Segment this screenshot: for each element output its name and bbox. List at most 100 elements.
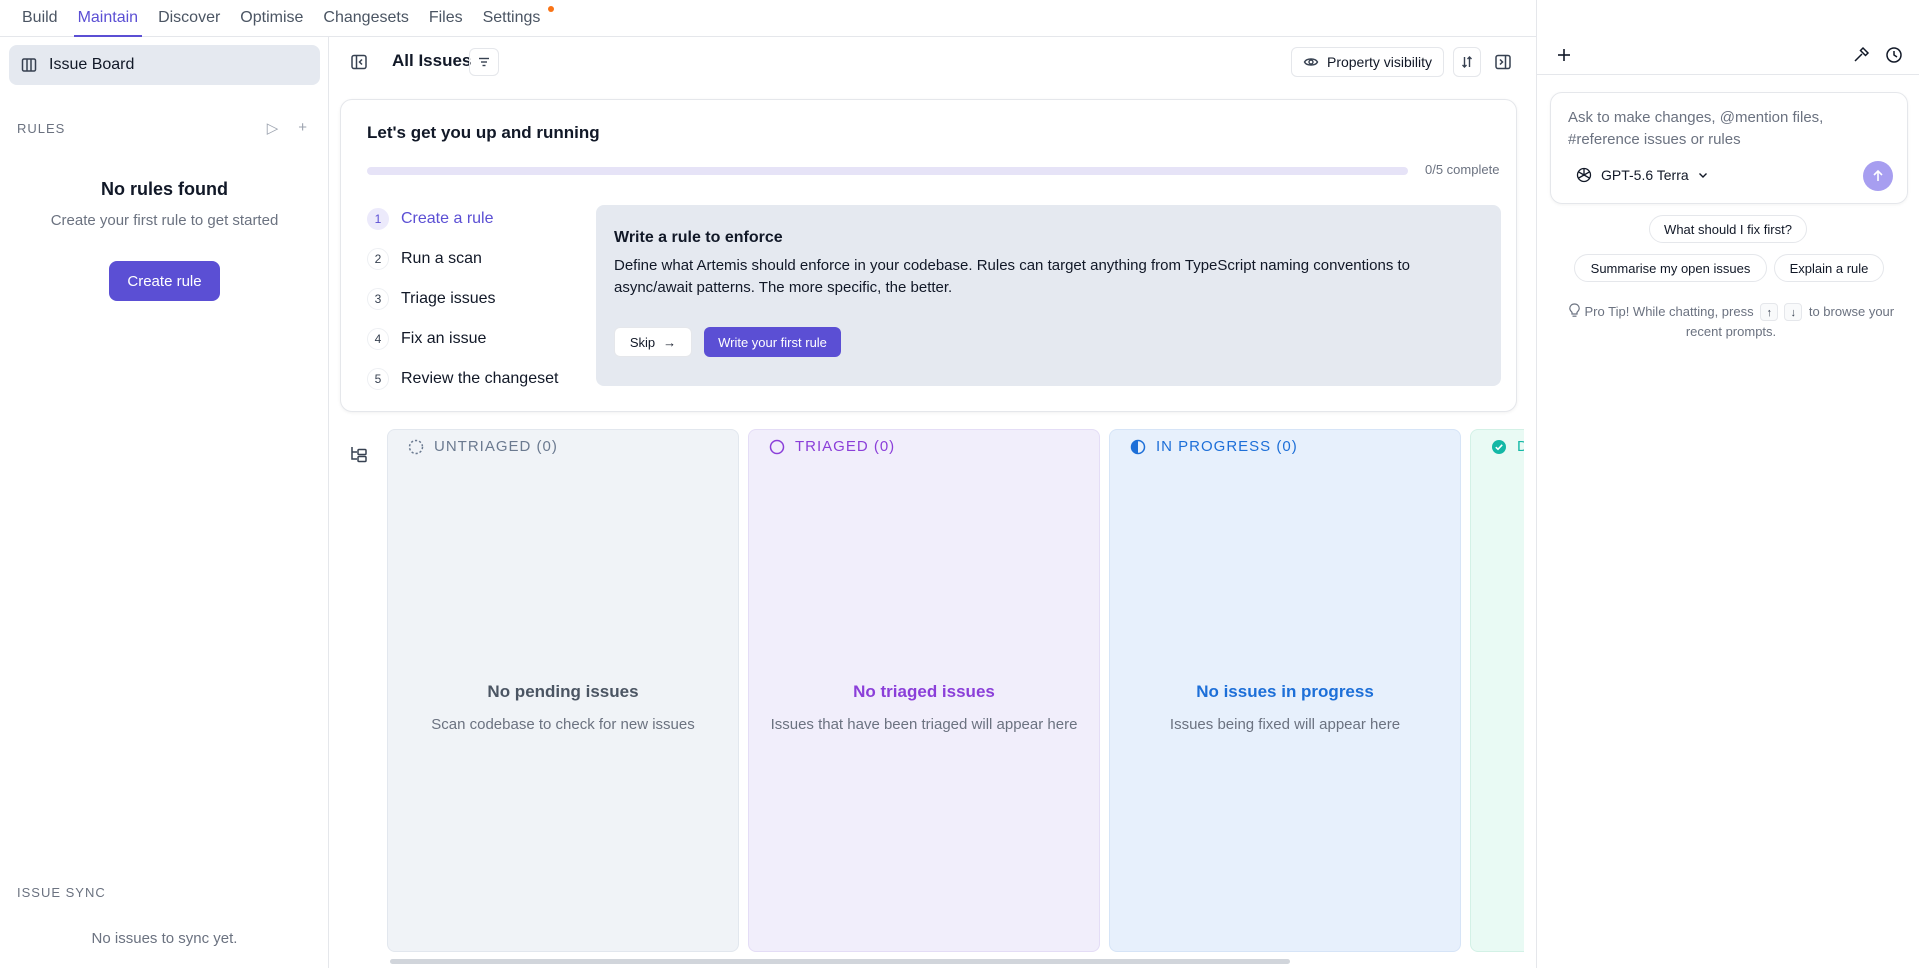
write-first-rule-button[interactable]: Write your first rule [704,327,841,357]
column-empty-subtitle: Issues that have been triaged will appea… [770,716,1078,733]
step-fix-issue[interactable]: 4 Fix an issue [367,319,577,359]
step-number: 1 [367,208,389,230]
step-number: 3 [367,288,389,310]
chat-panel: GPT-5.6 Terra What should I fix first? S… [1536,0,1919,968]
tab-label: Optimise [240,8,304,26]
column-empty-subtitle: Scan codebase to check for new issues [431,716,695,733]
lightbulb-icon [1569,303,1580,317]
tab-label: Files [428,8,463,26]
issue-sync-label: ISSUE SYNC [17,885,106,900]
tab-settings[interactable]: Settings [473,0,559,36]
divider [1537,74,1919,75]
hierarchy-icon[interactable] [349,444,371,466]
sidebar-item-issue-board[interactable]: Issue Board [9,45,320,85]
suggestion-summarise-issues[interactable]: Summarise my open issues [1574,254,1767,282]
onboarding-card: Let's get you up and running 0/5 complet… [340,99,1517,412]
chat-composer: GPT-5.6 Terra [1550,92,1908,204]
dashed-circle-icon [408,439,424,454]
onboarding-steps: 1 Create a rule 2 Run a scan 3 Triage issue… [367,199,577,399]
horizontal-scrollbar[interactable] [390,959,1290,964]
step-detail-heading: Write a rule to enforce [614,229,783,246]
column-empty-title: No pending issues [487,682,639,701]
column-in-progress: IN PROGRESS (0) No issues in progress Is… [1109,429,1461,952]
add-rule-icon[interactable]: + [298,119,307,137]
toggle-panel-icon[interactable] [1492,51,1514,73]
arrow-up-icon [1873,169,1883,181]
suggestion-what-to-fix[interactable]: What should I fix first? [1649,215,1807,243]
rules-empty-subtitle: Create your first rule to get started [50,212,279,229]
suggestion-explain-rule[interactable]: Explain a rule [1774,254,1884,282]
step-triage-issues[interactable]: 3 Triage issues [367,279,577,319]
create-rule-button[interactable]: Create rule [109,261,220,301]
column-title: TRIAGED (0) [795,438,896,455]
column-empty-subtitle: Issues being fixed will appear here [1169,716,1401,733]
step-label: Review the changeset [401,370,559,387]
rules-header: RULES ▷ + [17,119,307,137]
tab-optimise[interactable]: Optimise [230,0,313,36]
column-empty-state: No triaged issues Issues that have been … [749,682,1099,733]
step-detail-body: Define what Artemis should enforce in yo… [614,257,1410,296]
key-up: ↑ [1760,303,1779,321]
step-review-changeset[interactable]: 5 Review the changeset [367,359,577,399]
step-create-rule[interactable]: 1 Create a rule [367,199,577,239]
onboarding-progress-bar [367,167,1408,175]
column-header: UNTRIAGED (0) [408,438,558,455]
half-circle-icon [1130,439,1146,454]
step-detail-actions: Skip → Write your first rule [614,327,841,357]
step-number: 2 [367,248,389,270]
run-rules-icon[interactable]: ▷ [267,119,279,137]
tab-label: Build [22,8,58,26]
circle-icon [769,439,785,454]
tab-label: Discover [158,8,221,26]
skip-label: Skip [629,334,656,350]
step-detail-card: Write a rule to enforce Define what Arte… [596,205,1501,386]
hammer-icon[interactable] [1851,45,1871,65]
filter-icon[interactable] [469,48,499,76]
tab-build[interactable]: Build [12,0,68,36]
tab-files[interactable]: Files [419,0,473,36]
eye-icon [1303,58,1319,66]
new-chat-icon[interactable] [1554,45,1574,65]
pro-tip-prefix: Pro Tip! While chatting, press [1584,304,1754,319]
notification-dot [548,6,555,12]
tab-maintain[interactable]: Maintain [68,0,148,37]
property-visibility-label: Property visibility [1326,54,1433,70]
tab-discover[interactable]: Discover [148,0,230,36]
model-selector[interactable]: GPT-5.6 Terra [1575,166,1709,184]
sidebar-item-label: Issue Board [49,56,135,73]
history-icon[interactable] [1884,45,1904,65]
rules-empty-title: No rules found [101,179,228,199]
column-untriaged: UNTRIAGED (0) No pending issues Scan cod… [387,429,739,952]
page-title: All Issues [392,51,472,70]
sort-icon[interactable] [1453,47,1481,77]
column-header: D [1491,438,1524,455]
column-done: D [1470,429,1524,952]
chat-input[interactable] [1568,107,1868,153]
pro-tip: Pro Tip! While chatting, press ↑ ↓ to bro… [1561,302,1901,342]
rules-section-label: RULES [17,120,66,136]
step-number: 5 [367,368,389,390]
column-title: UNTRIAGED (0) [434,438,558,455]
column-empty-state: No issues in progress Issues being fixed… [1110,682,1460,733]
collapse-sidebar-icon[interactable] [348,51,370,73]
main-content: All Issues Property visibility Let's get… [330,37,1536,968]
toolbar: All Issues Property visibility [330,37,1536,87]
property-visibility-button[interactable]: Property visibility [1291,47,1444,77]
tab-label: Maintain [77,8,139,26]
issue-sync-empty: No issues to sync yet. [91,930,238,947]
issue-board: UNTRIAGED (0) No pending issues Scan cod… [387,429,1524,955]
step-run-scan[interactable]: 2 Run a scan [367,239,577,279]
column-header: TRIAGED (0) [769,438,895,455]
tab-changesets[interactable]: Changesets [313,0,418,36]
skip-button[interactable]: Skip → [614,327,692,357]
column-header: IN PROGRESS (0) [1130,438,1298,455]
rules-empty-state: No rules found Create your first rule to… [0,179,329,229]
column-title: D [1517,438,1524,455]
step-number: 4 [367,328,389,350]
tab-label: Changesets [323,8,409,26]
board-icon [21,58,37,72]
send-button[interactable] [1863,161,1893,191]
openai-icon [1576,167,1592,183]
arrow-right-icon: → [663,334,677,350]
step-label: Run a scan [401,250,482,267]
